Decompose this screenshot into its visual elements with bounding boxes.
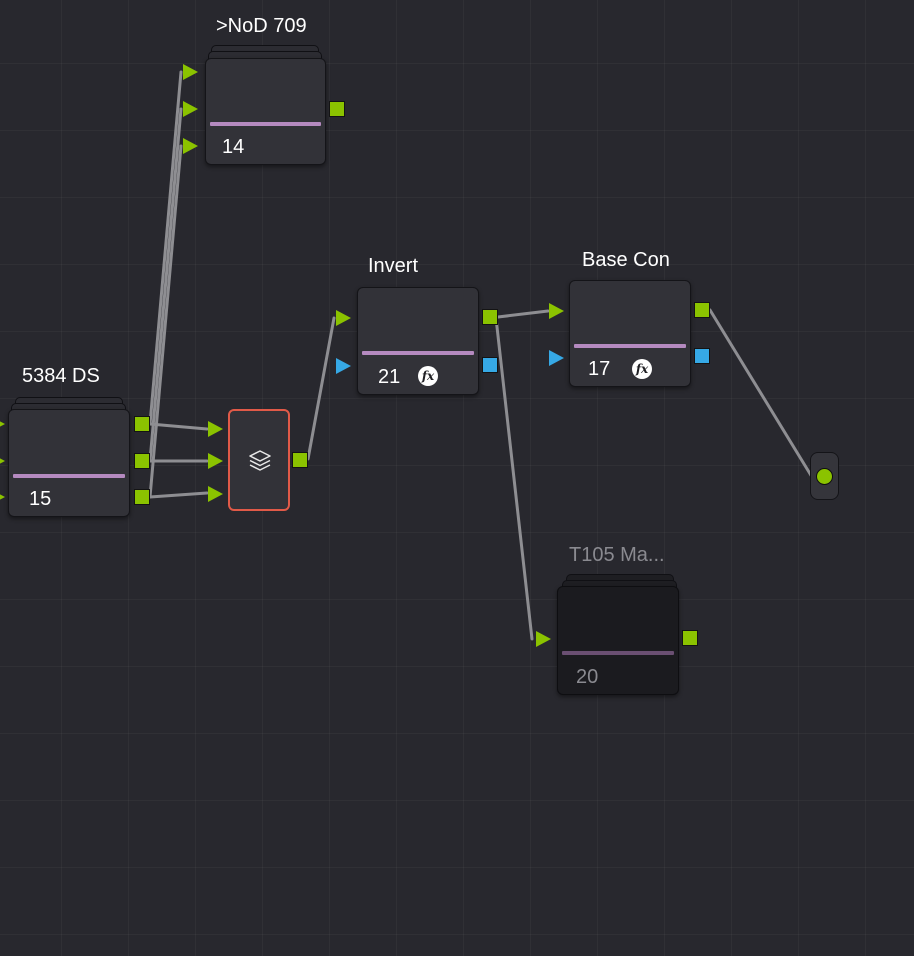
input-port-nod709-1[interactable] xyxy=(183,64,198,80)
node-title-invert: Invert xyxy=(368,255,419,277)
input-port-nod709-3[interactable] xyxy=(183,138,198,154)
node-progress-bar xyxy=(574,344,686,348)
node-progress-bar xyxy=(13,474,125,478)
node-basecon[interactable]: 17 fx xyxy=(569,280,691,387)
link-ds-to-nod-2 xyxy=(148,107,183,463)
output-port-basecon-mask[interactable] xyxy=(694,348,710,364)
output-port-layer[interactable] xyxy=(292,452,308,468)
input-port-invert-1[interactable] xyxy=(336,310,351,326)
input-port-invert-mask[interactable] xyxy=(336,358,351,374)
media-output-node[interactable] xyxy=(810,452,839,500)
layers-icon xyxy=(249,450,271,471)
link-invert-to-basecon xyxy=(496,309,550,319)
link-basecon-to-output xyxy=(708,308,814,479)
link-ds-to-nod-1 xyxy=(148,70,183,426)
node-nod709[interactable]: 14 xyxy=(205,58,326,165)
output-dot-icon[interactable] xyxy=(816,468,833,485)
input-port-t105[interactable] xyxy=(536,631,551,647)
input-port-layer-2[interactable] xyxy=(208,453,223,469)
output-port-invert[interactable] xyxy=(482,309,498,325)
node-number: 15 xyxy=(29,488,52,510)
link-ds-to-layer-1 xyxy=(148,422,209,431)
node-title-ds5384: 5384 DS xyxy=(22,365,100,387)
node-graph-canvas[interactable]: >NoD 709 14 5384 DS 15 Invert 21 fx Base… xyxy=(0,0,914,956)
input-port-layer-3[interactable] xyxy=(208,486,223,502)
input-port-nod709-2[interactable] xyxy=(183,101,198,117)
output-port-basecon[interactable] xyxy=(694,302,710,318)
node-title-nod709: >NoD 709 xyxy=(216,15,307,37)
node-t105[interactable]: 20 xyxy=(557,586,679,695)
link-ds-to-nod-3 xyxy=(148,144,183,499)
link-layer-to-invert xyxy=(306,316,336,461)
fx-icon: fx xyxy=(632,359,652,379)
input-port-basecon-1[interactable] xyxy=(549,303,564,319)
node-number: 21 xyxy=(378,366,401,388)
node-number: 20 xyxy=(576,666,599,688)
fx-icon: fx xyxy=(418,366,438,386)
output-port-invert-mask[interactable] xyxy=(482,357,498,373)
node-number: 17 xyxy=(588,358,611,380)
node-links xyxy=(148,70,814,641)
layer-mixer-node[interactable] xyxy=(228,409,290,511)
node-title-t105: T105 Ma... xyxy=(569,544,665,566)
node-progress-bar xyxy=(362,351,474,355)
output-port-nod709[interactable] xyxy=(329,101,345,117)
output-port-ds5384-3[interactable] xyxy=(134,489,150,505)
input-port-ds5384-2[interactable] xyxy=(0,453,5,469)
input-port-ds5384-3[interactable] xyxy=(0,489,5,505)
node-progress-bar xyxy=(562,651,674,655)
output-port-t105[interactable] xyxy=(682,630,698,646)
input-port-layer-1[interactable] xyxy=(208,421,223,437)
input-port-basecon-mask[interactable] xyxy=(549,350,564,366)
node-number: 14 xyxy=(222,136,245,158)
output-port-ds5384-1[interactable] xyxy=(134,416,150,432)
output-port-ds5384-2[interactable] xyxy=(134,453,150,469)
node-title-basecon: Base Con xyxy=(582,249,670,271)
input-port-ds5384-1[interactable] xyxy=(0,416,5,432)
link-invert-to-t105 xyxy=(494,316,534,641)
link-ds-to-layer-3 xyxy=(148,491,209,499)
node-progress-bar xyxy=(210,122,321,126)
node-ds5384[interactable]: 15 xyxy=(8,409,130,517)
node-invert[interactable]: 21 fx xyxy=(357,287,479,395)
